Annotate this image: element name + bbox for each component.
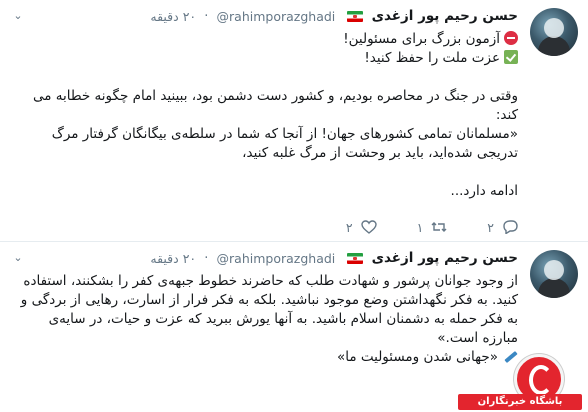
like-count: ۲	[345, 219, 353, 235]
retweet-button[interactable]: ۱	[417, 219, 448, 235]
iran-flag-icon	[347, 252, 364, 264]
chevron-down-icon[interactable]: ⌄	[12, 252, 24, 264]
separator: ·	[204, 8, 209, 24]
author-handle[interactable]: @rahimporazghadi	[217, 9, 336, 24]
tweet-text: آزمون بزرگ برای مسئولین! عزت ملت را حفظ …	[16, 30, 518, 201]
author-name[interactable]: حسن رحیم پور ازغدی	[372, 8, 518, 24]
timestamp[interactable]: ۲۰ دقیقه	[150, 251, 196, 266]
tweet-actions: ۲ ۱ ۲	[310, 218, 518, 235]
tweet-line: وقتی در جنگ در محاصره بودیم، و کشور دست …	[32, 88, 518, 123]
separator: ·	[204, 250, 209, 266]
like-button[interactable]: ۲	[346, 219, 377, 235]
watermark-logo: باشگاه خبرنگاران	[452, 354, 582, 410]
avatar[interactable]	[530, 250, 578, 298]
tweet-line: از وجود جوانان پرشور و شهادت طلب که حاضر…	[20, 273, 518, 346]
reply-button[interactable]: ۲	[487, 219, 518, 235]
tweet-line: آزمون بزرگ برای مسئولین!	[16, 30, 518, 49]
author-handle[interactable]: @rahimporazghadi	[217, 251, 336, 266]
retweet-icon	[431, 222, 447, 232]
reply-count: ۲	[487, 219, 495, 235]
check-mark-icon	[504, 50, 518, 64]
tweet-line: «جهانی شدن ومسئولیت ما»	[16, 348, 518, 367]
tweet-header: حسن رحیم پور ازغدی @rahimporazghadi · ۲۰…	[150, 8, 518, 28]
no-entry-icon	[504, 31, 518, 45]
tweet-header: حسن رحیم پور ازغدی @rahimporazghadi · ۲۰…	[150, 250, 518, 270]
timestamp[interactable]: ۲۰ دقیقه	[150, 9, 196, 24]
author-name[interactable]: حسن رحیم پور ازغدی	[372, 250, 518, 266]
watermark-label: باشگاه خبرنگاران	[458, 394, 582, 410]
heart-icon	[360, 220, 377, 234]
tweet-line: «مسلمانان تمامی کشورهای جهان! از آنجا که…	[51, 126, 518, 161]
tweet-line: عزت ملت را حفظ کنید!	[16, 49, 518, 68]
avatar[interactable]	[530, 8, 578, 56]
read-more[interactable]: ادامه دارد...	[16, 182, 518, 201]
retweet-count: ۱	[416, 219, 424, 235]
iran-flag-icon	[347, 10, 364, 22]
tweet[interactable]: حسن رحیم پور ازغدی @rahimporazghadi · ۲۰…	[0, 0, 588, 242]
tweet-text: از وجود جوانان پرشور و شهادت طلب که حاضر…	[16, 272, 518, 367]
chevron-down-icon[interactable]: ⌄	[12, 10, 24, 22]
reply-icon	[503, 220, 518, 234]
